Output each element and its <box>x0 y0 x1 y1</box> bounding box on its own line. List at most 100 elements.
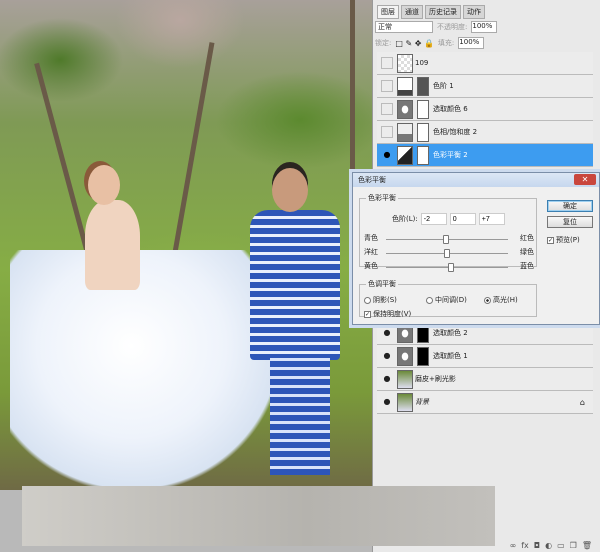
folder-icon[interactable]: ▭ <box>557 541 565 550</box>
slider-yellow-blue[interactable]: 黄色 蓝色 <box>364 261 534 273</box>
bride-head <box>88 165 120 205</box>
layer-name: 选取颜色 2 <box>433 329 468 337</box>
checkbox[interactable]: ✓ <box>547 236 554 244</box>
eye-icon[interactable]: ● <box>381 396 393 408</box>
bride <box>85 200 140 290</box>
layer-name: 选取颜色 1 <box>433 352 468 360</box>
color-balance-dialog: 色彩平衡 ✕ 色彩平衡 色阶(L): 青色 红色 洋红 绿色 黄色 蓝色 色调平衡 阴… <box>352 172 600 325</box>
radio[interactable] <box>364 296 371 304</box>
layer-mask <box>417 99 429 119</box>
layer-mask <box>417 323 429 343</box>
ok-button[interactable]: 确定 <box>547 200 593 212</box>
tab-actions[interactable]: 动作 <box>463 5 485 19</box>
layer-row-selected[interactable]: ● 色彩平衡 2 <box>377 144 593 167</box>
selective-color-icon <box>397 99 413 119</box>
layer-row[interactable]: 色阶 1 <box>377 75 593 98</box>
checkbox-label: 预览(P) <box>556 236 580 244</box>
fx-icon[interactable]: fx <box>521 541 529 550</box>
tab-channels[interactable]: 通道 <box>401 5 423 19</box>
level-yellow-blue[interactable] <box>478 213 505 225</box>
levels-label: 色阶(L): <box>392 215 418 223</box>
levels-icon <box>397 76 413 96</box>
eye-icon[interactable]: ● <box>381 327 393 339</box>
layer-row[interactable]: 选取颜色 6 <box>377 98 593 121</box>
lock-label: 锁定: <box>375 39 392 47</box>
layer-name: 色相/饱和度 2 <box>433 128 478 136</box>
close-button[interactable]: ✕ <box>574 174 596 185</box>
radio-label: 高光(H) <box>493 296 518 304</box>
slider-right-label: 蓝色 <box>520 262 534 270</box>
layer-thumbnail <box>397 392 413 412</box>
slider-right-label: 绿色 <box>520 248 534 256</box>
radio[interactable] <box>484 296 491 304</box>
lock-icon: ⌂ <box>579 397 585 407</box>
group-title: 色彩平衡 <box>368 194 396 202</box>
radio-midtones[interactable]: 中间调(D) <box>426 295 467 305</box>
visibility-toggle[interactable] <box>381 80 393 92</box>
groom-legs <box>270 355 330 475</box>
layer-row[interactable]: ● 选取颜色 1 <box>377 345 593 368</box>
tab-history[interactable]: 历史记录 <box>425 5 461 19</box>
eye-icon[interactable]: ● <box>381 350 393 362</box>
layer-mask <box>417 122 429 142</box>
radio-label: 中间调(D) <box>435 296 467 304</box>
dialog-title: 色彩平衡 <box>353 173 599 187</box>
eye-icon[interactable]: ● <box>381 149 393 161</box>
blend-mode-select[interactable]: 正常 <box>375 21 433 33</box>
slider-left-label: 洋红 <box>364 248 378 256</box>
layer-mask <box>417 76 429 96</box>
layer-name: 背景 <box>415 398 429 406</box>
reset-button[interactable]: 复位 <box>547 216 593 228</box>
opacity-label: 不透明度: <box>437 23 468 31</box>
tab-layers[interactable]: 图层 <box>377 5 399 19</box>
slider-left-label: 黄色 <box>364 262 378 270</box>
slider-knob[interactable] <box>448 263 455 272</box>
layer-thumbnail <box>397 369 413 389</box>
layer-name: 色彩平衡 2 <box>433 151 468 159</box>
hue-saturation-icon <box>397 122 413 142</box>
preserve-luminosity-checkbox[interactable]: ✓ 保持明度(V) <box>364 309 411 319</box>
link-icon[interactable]: ∞ <box>510 541 517 550</box>
fill-input[interactable]: 100% <box>458 37 485 49</box>
groom-head <box>272 168 308 212</box>
slider-knob[interactable] <box>442 235 449 244</box>
adjustment-icon[interactable]: ◐ <box>545 541 552 550</box>
color-balance-group: 色彩平衡 色阶(L): 青色 红色 洋红 绿色 黄色 蓝色 <box>359 193 537 272</box>
trash-icon[interactable]: 🗑 <box>582 541 592 550</box>
level-magenta-green[interactable] <box>449 213 476 225</box>
lock-icons[interactable]: □ ✎ ✥ 🔒 <box>395 39 434 48</box>
preview-checkbox[interactable]: ✓ 预览(P) <box>547 235 580 245</box>
layer-row[interactable]: ● 磨皮+刷光影 <box>377 368 593 391</box>
level-cyan-red[interactable] <box>420 213 447 225</box>
checkbox-label: 保持明度(V) <box>373 310 412 318</box>
layer-row[interactable]: 109 <box>377 52 593 75</box>
slider-left-label: 青色 <box>364 234 378 242</box>
tree-trunk <box>350 0 355 180</box>
layer-row[interactable]: 色相/饱和度 2 <box>377 121 593 144</box>
radio[interactable] <box>426 296 433 304</box>
mask-icon[interactable]: ◘ <box>534 541 540 550</box>
eye-icon[interactable]: ● <box>381 373 393 385</box>
layer-name: 109 <box>415 59 429 67</box>
new-layer-icon[interactable]: ❐ <box>570 541 577 550</box>
layer-name: 磨皮+刷光影 <box>415 375 456 383</box>
tone-balance-group: 色调平衡 阴影(S) 中间调(D) 高光(H) ✓ 保持明度(V) <box>359 279 537 319</box>
bride-dress <box>10 250 280 490</box>
slider-magenta-green[interactable]: 洋红 绿色 <box>364 247 534 259</box>
radio-highlights[interactable]: 高光(H) <box>484 295 518 305</box>
slider-right-label: 红色 <box>520 234 534 242</box>
layer-name: 选取颜色 6 <box>433 105 468 113</box>
visibility-toggle[interactable] <box>381 103 393 115</box>
selective-color-icon <box>397 346 413 366</box>
fill-label: 填充: <box>437 39 455 47</box>
layer-row[interactable]: ● 选取颜色 2 <box>377 322 593 345</box>
checkbox[interactable]: ✓ <box>364 310 371 318</box>
opacity-input[interactable]: 100% <box>471 21 498 33</box>
visibility-toggle[interactable] <box>381 126 393 138</box>
radio-label: 阴影(S) <box>373 296 397 304</box>
layer-row[interactable]: ● 背景 ⌂ <box>377 391 593 414</box>
slider-knob[interactable] <box>444 249 450 258</box>
radio-shadows[interactable]: 阴影(S) <box>364 295 397 305</box>
slider-cyan-red[interactable]: 青色 红色 <box>364 233 534 245</box>
visibility-toggle[interactable] <box>381 57 393 69</box>
